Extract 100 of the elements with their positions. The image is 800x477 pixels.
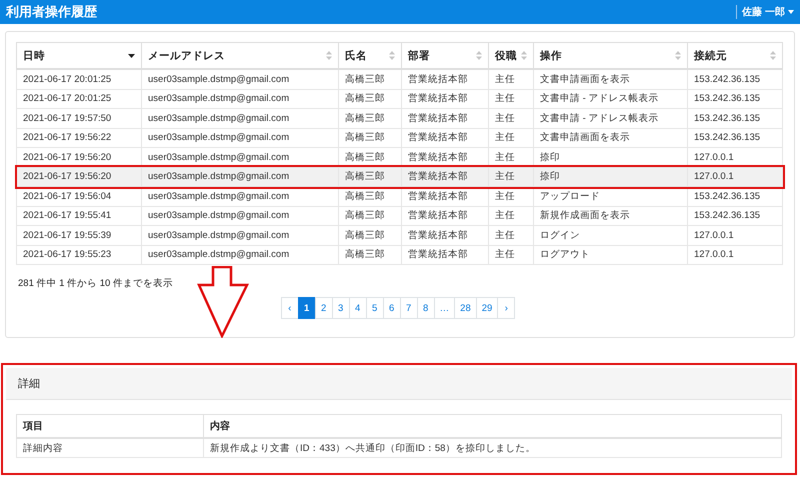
page-button[interactable]: 2 (314, 297, 333, 319)
table-row[interactable]: 2021-06-17 20:01:25 user03sample.dstmp@gmail.com 高橋三郎 営業統括本部 主任 文書申請 - アドレス帳表示 153.242.36.135 (16, 89, 782, 108)
table-cell: 捺印 (534, 167, 688, 186)
table-cell: 2021-06-17 19:55:39 (16, 226, 142, 245)
table-cell: 営業統括本部 (402, 108, 488, 128)
page-button[interactable]: 1 (298, 297, 316, 319)
table-cell: 主任 (488, 128, 534, 148)
table-cell: 文書申請画面を表示 (534, 128, 688, 148)
page-title: 利用者操作履歴 (6, 3, 97, 21)
column-header: 項目 (16, 414, 204, 438)
table-cell: 153.242.36.135 (688, 108, 782, 128)
table-cell: 2021-06-17 20:01:25 (16, 89, 142, 108)
page-button[interactable]: 4 (348, 297, 367, 319)
column-header[interactable]: 操作 (534, 42, 688, 69)
table-cell: user03sample.dstmp@gmail.com (142, 128, 338, 148)
table-cell: user03sample.dstmp@gmail.com (142, 69, 338, 89)
table-cell: 主任 (488, 108, 534, 128)
prev-page-button[interactable]: ‹ (280, 297, 299, 319)
table-cell: 127.0.0.1 (688, 245, 782, 264)
table-cell: 2021-06-17 19:56:20 (16, 167, 142, 186)
column-header[interactable]: メールアドレス (142, 42, 338, 69)
table-cell: user03sample.dstmp@gmail.com (142, 226, 338, 245)
table-cell: 2021-06-17 19:56:04 (16, 186, 142, 206)
table-cell: 高橋三郎 (338, 89, 402, 108)
page-button[interactable]: 5 (366, 297, 384, 319)
table-cell: 高橋三郎 (338, 167, 402, 186)
table-cell: 高橋三郎 (338, 108, 402, 128)
table-cell: 営業統括本部 (402, 226, 488, 245)
table-cell: 127.0.0.1 (688, 167, 782, 186)
table-row[interactable]: 2021-06-17 19:55:41 user03sample.dstmp@gmail.com 高橋三郎 営業統括本部 主任 新規作成画面を表示 153.242.36.135 (16, 206, 782, 226)
table-cell: 高橋三郎 (338, 206, 402, 226)
table-cell: 営業統括本部 (402, 69, 488, 89)
page-button[interactable]: 29 (476, 297, 498, 319)
table-cell: ログイン (534, 226, 688, 245)
page-button[interactable]: 7 (400, 297, 418, 319)
table-cell: 153.242.36.135 (688, 69, 782, 89)
table-cell: 営業統括本部 (402, 245, 488, 264)
table-cell: user03sample.dstmp@gmail.com (142, 167, 338, 186)
table-cell: 主任 (488, 89, 534, 108)
table-cell: 主任 (488, 167, 534, 186)
table-cell: 高橋三郎 (338, 128, 402, 148)
next-page-button[interactable]: › (497, 297, 516, 319)
table-row[interactable]: 2021-06-17 19:55:23 user03sample.dstmp@gmail.com 高橋三郎 営業統括本部 主任 ログアウト 127.0.0.1 (16, 245, 782, 264)
table-cell: 2021-06-17 19:55:41 (16, 206, 142, 226)
table-cell: アップロード (534, 186, 688, 206)
table-cell: 高橋三郎 (338, 69, 402, 89)
table-cell: 営業統括本部 (402, 186, 488, 206)
page-button[interactable]: 3 (332, 297, 350, 319)
record-count: 281 件中 1 件から 10 件までを表示 (18, 277, 174, 290)
page-button[interactable]: 8 (416, 297, 435, 319)
table-row[interactable]: 2021-06-17 20:01:25 user03sample.dstmp@gmail.com 高橋三郎 営業統括本部 主任 文書申請画面を表示 153.242.36.135 (16, 69, 782, 89)
column-header[interactable]: 役職 (488, 42, 534, 69)
column-header[interactable]: 接続元 (688, 42, 782, 69)
table-cell: 文書申請 - アドレス帳表示 (534, 108, 688, 128)
table-row[interactable]: 2021-06-17 19:56:04 user03sample.dstmp@gmail.com 高橋三郎 営業統括本部 主任 アップロード 153.242.36.135 (16, 186, 782, 206)
table-row[interactable]: 2021-06-17 19:55:39 user03sample.dstmp@gmail.com 高橋三郎 営業統括本部 主任 ログイン 127.0.0.1 (16, 226, 782, 245)
table-cell: 主任 (488, 226, 534, 245)
table-cell: 2021-06-17 19:55:23 (16, 245, 142, 264)
table-cell: 主任 (488, 186, 534, 206)
table-row[interactable]: 2021-06-17 19:57:50 user03sample.dstmp@gmail.com 高橋三郎 営業統括本部 主任 文書申請 - アドレス帳表示 153.242.36.135 (16, 108, 782, 128)
page-button[interactable]: … (434, 297, 456, 319)
column-header[interactable]: 部署 (402, 42, 488, 69)
panel-title: 詳細 (18, 377, 40, 391)
table-cell: 127.0.0.1 (688, 226, 782, 245)
table-cell: 153.242.36.135 (688, 206, 782, 226)
table-cell: 2021-06-17 19:56:22 (16, 128, 142, 148)
table-cell: 2021-06-17 19:57:50 (16, 108, 142, 128)
down-arrow-annotation (197, 266, 249, 338)
table-cell: 主任 (488, 206, 534, 226)
page-button[interactable]: 28 (454, 297, 477, 319)
table-cell: user03sample.dstmp@gmail.com (142, 89, 338, 108)
table-cell: 営業統括本部 (402, 89, 488, 108)
column-header[interactable]: 日時 (16, 42, 142, 69)
table-cell: 文書申請 - アドレス帳表示 (534, 89, 688, 108)
page-button[interactable]: 6 (382, 297, 401, 319)
table-cell: 高橋三郎 (338, 226, 402, 245)
table-cell: user03sample.dstmp@gmail.com (142, 186, 338, 206)
user-menu[interactable]: 佐藤 一郎 (736, 5, 794, 19)
column-header[interactable]: 氏名 (338, 42, 402, 69)
table-cell: user03sample.dstmp@gmail.com (142, 108, 338, 128)
table-cell: 主任 (488, 245, 534, 264)
table-cell: 営業統括本部 (402, 128, 488, 148)
column-header: 内容 (204, 414, 782, 438)
table-cell: 文書申請画面を表示 (534, 69, 688, 89)
table-cell: ログアウト (534, 245, 688, 264)
table-cell: 営業統括本部 (402, 167, 488, 186)
table-cell: 153.242.36.135 (688, 89, 782, 108)
table-row[interactable]: 2021-06-17 19:56:20 user03sample.dstmp@gmail.com 高橋三郎 営業統括本部 主任 捺印 127.0.0.1 (16, 167, 782, 186)
table-cell: 新規作成画面を表示 (534, 206, 688, 226)
table-cell: 2021-06-17 20:01:25 (16, 69, 142, 89)
table-cell: user03sample.dstmp@gmail.com (142, 206, 338, 226)
table-cell: 高橋三郎 (338, 245, 402, 264)
table-cell: user03sample.dstmp@gmail.com (142, 245, 338, 264)
table-cell: 詳細内容 (16, 438, 204, 458)
table-row[interactable]: 2021-06-17 19:56:22 user03sample.dstmp@gmail.com 高橋三郎 営業統括本部 主任 文書申請画面を表示 153.242.36.135 (16, 128, 782, 148)
table-cell: 153.242.36.135 (688, 128, 782, 148)
table-cell: 153.242.36.135 (688, 186, 782, 206)
caret-icon (788, 10, 794, 14)
table-cell: 主任 (488, 69, 534, 89)
table-cell: 新規作成より文書（ID：433）へ共通印（印面ID：58）を捺印しました。 (204, 438, 782, 458)
